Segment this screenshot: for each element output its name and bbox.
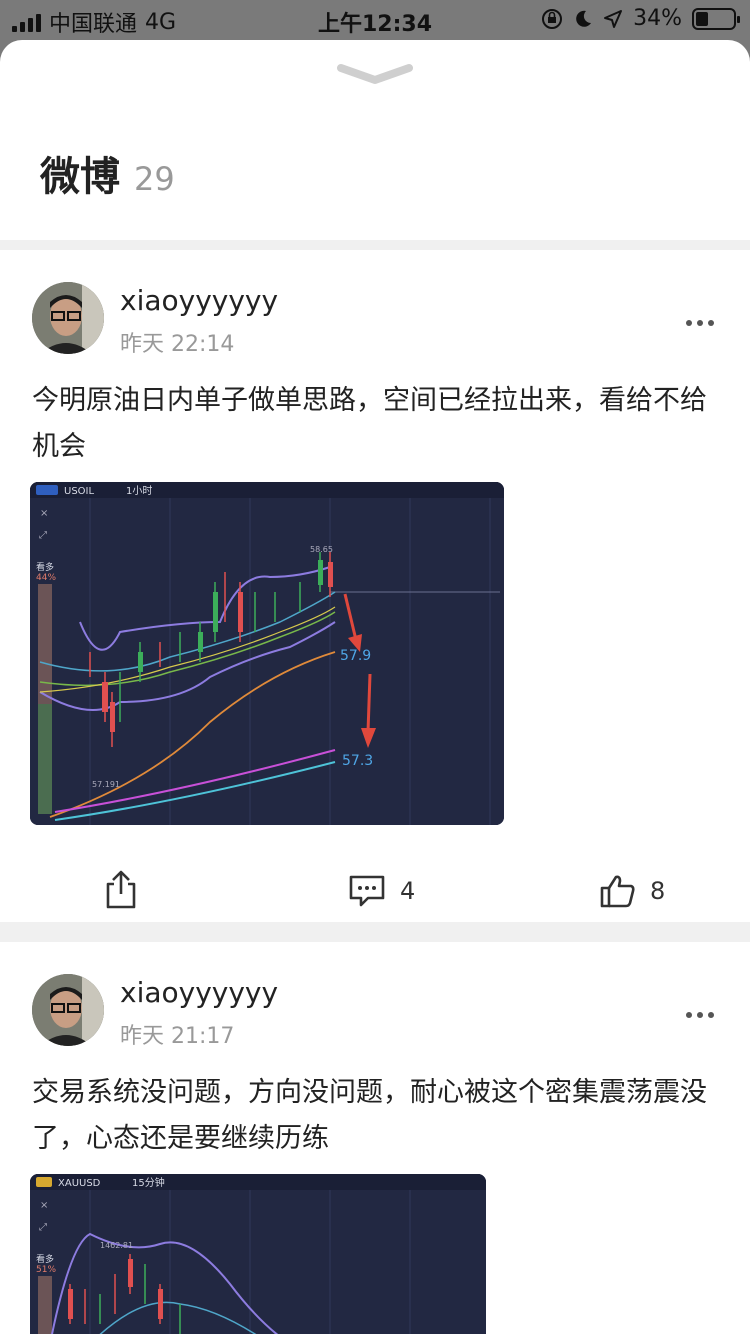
more-icon[interactable] — [686, 320, 714, 326]
chevron-down-icon[interactable] — [335, 60, 415, 90]
post-username[interactable]: xiaoyyyyyy — [120, 976, 278, 1009]
svg-text:×: × — [40, 508, 48, 519]
battery-percent: 34% — [633, 6, 682, 31]
battery-icon — [692, 7, 740, 30]
post-count: 29 — [134, 160, 175, 198]
section-divider — [0, 922, 750, 942]
section-divider — [0, 240, 750, 250]
chart-symbol: USOIL — [64, 486, 94, 497]
post-card: xiaoyyyyyy 昨天 22:14 今明原油日内单子做单思路，空间已经拉出来… — [0, 250, 750, 922]
chart-interval: 1小时 — [126, 485, 152, 497]
post-time: 昨天 21:17 — [120, 1024, 235, 1049]
weibo-sheet: 微博 29 xiaoyyyyyy 昨天 22:14 今明原油日内单子做单思路，空… — [0, 40, 750, 1334]
chart-symbol: XAUUSD — [58, 1178, 101, 1189]
location-icon — [604, 9, 623, 28]
chart-high-label: 1462.81 — [100, 1241, 133, 1250]
comment-count: 4 — [400, 877, 416, 905]
thumbs-up-icon — [600, 875, 635, 908]
sheet-title: 微博 — [40, 154, 120, 200]
sheet-header: 微博 29 — [40, 144, 175, 202]
chart-target-1: 57.9 — [340, 648, 371, 664]
status-bar: 中国联通 4G 上午12:34 34% — [0, 0, 750, 40]
svg-text:⤢: ⤢ — [39, 530, 47, 541]
post-actions: 4 8 — [0, 870, 750, 930]
post-username[interactable]: xiaoyyyyyy — [120, 284, 278, 317]
like-button[interactable]: 8 — [600, 874, 665, 908]
chart-side-pct: 51% — [36, 1265, 56, 1275]
moon-icon — [576, 10, 592, 27]
comment-button[interactable]: 4 — [348, 874, 415, 908]
post-text: 今明原油日内单子做单思路，空间已经拉出来，看给不给机会 — [32, 385, 707, 462]
share-button[interactable] — [104, 870, 138, 910]
post-chart-image[interactable]: XAUUSD 15分钟 × ⤢ 看多 51% 1462.81 — [30, 1174, 486, 1334]
svg-text:⤢: ⤢ — [39, 1222, 47, 1233]
svg-text:×: × — [40, 1200, 48, 1211]
post-chart-image[interactable]: USOIL 1小时 × ⤢ 看多 44% 58.65 57.191 57.9 5… — [30, 482, 504, 825]
chart-target-2: 57.3 — [342, 753, 373, 769]
orientation-lock-icon — [542, 8, 563, 29]
post-time: 昨天 22:14 — [120, 332, 235, 357]
chart-high-label: 58.65 — [310, 545, 333, 554]
comment-icon — [349, 875, 385, 907]
chart-interval: 15分钟 — [132, 1176, 165, 1189]
post-card: xiaoyyyyyy 昨天 21:17 交易系统没问题，方向没问题，耐心被这个密… — [0, 942, 750, 1334]
avatar[interactable] — [32, 974, 104, 1046]
avatar[interactable] — [32, 282, 104, 354]
chart-low-label: 57.191 — [92, 780, 120, 789]
chart-side-pct: 44% — [36, 573, 56, 583]
share-icon — [106, 870, 136, 909]
chart-side-label: 看多 — [36, 1253, 54, 1265]
more-icon[interactable] — [686, 1012, 714, 1018]
chart-side-label: 看多 — [36, 561, 54, 573]
like-count: 8 — [650, 877, 666, 905]
post-text: 交易系统没问题，方向没问题，耐心被这个密集震荡震没了，心态还是要继续历练 — [32, 1077, 707, 1154]
